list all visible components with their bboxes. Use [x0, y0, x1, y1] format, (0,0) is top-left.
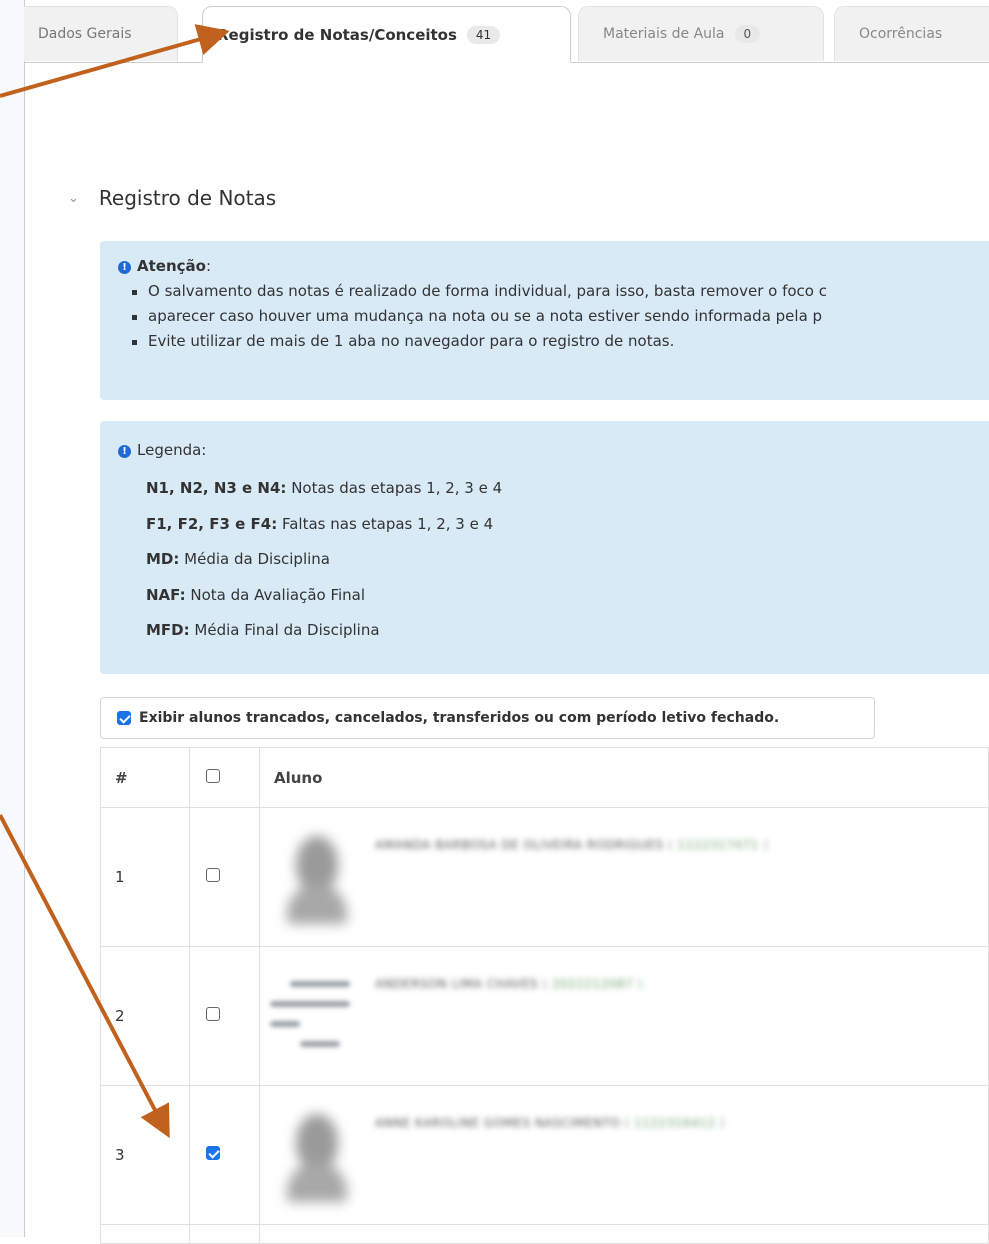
- legend-alert: ! Legenda: N1, N2, N3 e N4: Notas das eta…: [100, 421, 989, 674]
- tab-dados-gerais[interactable]: Dados Gerais: [24, 6, 178, 61]
- tab-count-badge: 0: [734, 25, 761, 43]
- table-header-row: # Aluno: [100, 747, 989, 808]
- attention-title: Atenção: [137, 257, 206, 275]
- info-icon: !: [118, 261, 131, 274]
- row-checkbox[interactable]: [206, 868, 220, 882]
- legend-desc: Média da Disciplina: [184, 550, 330, 568]
- legend-desc: Notas das etapas 1, 2, 3 e 4: [291, 479, 503, 497]
- tab-count-badge: 41: [466, 25, 501, 44]
- column-header-select: [189, 747, 260, 808]
- student-cell: ANDERSON LIMA CHAVES ( 2022212087 ): [259, 946, 989, 1086]
- avatar: [287, 836, 347, 928]
- info-icon: !: [118, 445, 131, 458]
- student-name-blurred: ANNE KAROLINE GOMES NASCIMENTO ( 1122316…: [375, 1116, 725, 1130]
- row-select-cell: [189, 807, 260, 947]
- section-title: Registro de Notas: [98, 186, 277, 210]
- tab-label: Ocorrências: [859, 26, 943, 42]
- show-inactive-filter[interactable]: Exibir alunos trancados, cancelados, tra…: [100, 697, 875, 739]
- select-all-checkbox[interactable]: [206, 768, 220, 783]
- legend-item: MFD: Média Final da Disciplina: [146, 613, 989, 649]
- legend-key: NAF:: [146, 585, 186, 604]
- student-cell: AMANDA BARBOSA DE OLIVEIRA RODRIGUES ( 1…: [259, 807, 989, 947]
- tab-label: Dados Gerais: [38, 26, 132, 42]
- legend-item: MD: Média da Disciplina: [146, 542, 989, 578]
- column-header-number: #: [100, 747, 190, 808]
- student-name: ANDERSON LIMA CHAVES: [375, 977, 539, 991]
- attention-bullet-continuation: aparecer caso houver uma mudança na nota…: [132, 304, 989, 329]
- legend-key: F1, F2, F3 e F4:: [146, 514, 278, 533]
- legend-desc: Nota da Avaliação Final: [190, 585, 366, 604]
- tab-label: Registro de Notas/Conceitos: [217, 25, 457, 44]
- student-name: ANNE KAROLINE GOMES NASCIMENTO: [375, 1116, 621, 1130]
- row-select-cell: [189, 946, 260, 1086]
- section-toggle[interactable]: ⌄ Registro de Notas: [68, 186, 276, 210]
- avatar: [287, 1114, 347, 1206]
- legend-key: MD:: [146, 550, 180, 568]
- chevron-down-icon: ⌄: [68, 190, 79, 206]
- row-select-cell: [189, 1085, 260, 1225]
- row-number: 3: [100, 1085, 190, 1225]
- legend-desc: Faltas nas etapas 1, 2, 3 e 4: [281, 514, 494, 533]
- legend-key: N1, N2, N3 e N4:: [146, 479, 287, 497]
- student-name-blurred: AMANDA BARBOSA DE OLIVEIRA RODRIGUES ( 1…: [375, 838, 768, 852]
- legend-item: N1, N2, N3 e N4: Notas das etapas 1, 2, …: [146, 471, 989, 507]
- student-id: ( 2022212087 ): [542, 977, 643, 991]
- column-header-aluno: Aluno: [259, 747, 989, 808]
- tab-label: Materiais de Aula: [603, 26, 725, 42]
- student-name-blurred: ANDERSON LIMA CHAVES ( 2022212087 ): [375, 977, 643, 991]
- legend-item: NAF: Nota da Avaliação Final: [146, 578, 989, 614]
- left-frame: [0, 0, 25, 1237]
- tab-materiais-aula[interactable]: Materiais de Aula 0: [578, 6, 824, 61]
- legend-item: F1, F2, F3 e F4: Faltas nas etapas 1, 2,…: [146, 507, 989, 543]
- student-id: ( 1122316412 ): [624, 1116, 725, 1130]
- tab-ocorrencias[interactable]: Ocorrências: [834, 6, 989, 61]
- tab-bar: Dados Gerais Registro de Notas/Conceitos…: [24, 0, 989, 63]
- row-checkbox[interactable]: [206, 1007, 220, 1021]
- row-number: 2: [100, 946, 190, 1086]
- student-id: ( 1122317471 ): [667, 838, 769, 852]
- row-checkbox[interactable]: [206, 1146, 220, 1160]
- table-row: 2 ANDERSON LIMA CHAVES ( 2022212087 ): [100, 946, 989, 1086]
- table-row: 3 ANNE KAROLINE GOMES NASCIMENTO ( 11223…: [100, 1085, 989, 1225]
- attention-bullet: O salvamento das notas é realizado de fo…: [132, 279, 989, 304]
- legend-desc: Média Final da Disciplina: [194, 621, 380, 639]
- show-inactive-checkbox[interactable]: [117, 711, 131, 725]
- row-number: 1: [100, 807, 190, 947]
- attention-bullet: Evite utilizar de mais de 1 aba no naveg…: [132, 329, 989, 354]
- legend-title: Legenda:: [137, 441, 207, 459]
- student-cell: ANNE KAROLINE GOMES NASCIMENTO ( 1122316…: [259, 1085, 989, 1225]
- legend-key: MFD:: [146, 621, 190, 639]
- attention-alert: ! Atenção: O salvamento das notas é reali…: [100, 241, 989, 400]
- table-row: 1 AMANDA BARBOSA DE OLIVEIRA RODRIGUES (…: [100, 807, 989, 947]
- student-name: AMANDA BARBOSA DE OLIVEIRA RODRIGUES: [375, 838, 664, 852]
- tab-registro-notas[interactable]: Registro de Notas/Conceitos 41: [202, 6, 571, 63]
- table-row: [100, 1224, 989, 1244]
- show-inactive-label: Exibir alunos trancados, cancelados, tra…: [139, 710, 780, 726]
- students-table: # Aluno 1 AMANDA BARBOSA DE OLIVEIRA ROD…: [100, 747, 989, 1244]
- avatar: [270, 967, 360, 1067]
